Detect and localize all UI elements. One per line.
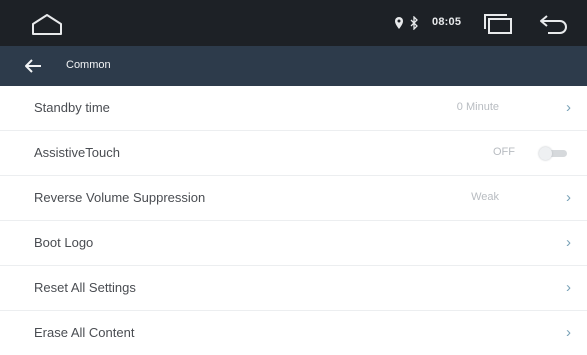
setting-value: 0 Minute (456, 101, 499, 113)
setting-label: Standby time (34, 100, 110, 115)
status-clock: 08:05 (432, 16, 462, 28)
setting-row-reset-all-settings[interactable]: Reset All Settings › (0, 266, 587, 311)
chevron-right-icon: › (566, 234, 571, 251)
home-icon[interactable] (30, 12, 64, 36)
setting-row-assistivetouch[interactable]: AssistiveTouch OFF (0, 131, 587, 176)
setting-value: Weak (471, 191, 499, 203)
settings-list: Standby time 0 Minute › AssistiveTouch O… (0, 86, 587, 355)
setting-row-standby-time[interactable]: Standby time 0 Minute › (0, 86, 587, 131)
assistivetouch-toggle[interactable] (539, 147, 569, 160)
return-icon[interactable] (538, 13, 570, 35)
chevron-right-icon: › (566, 189, 571, 206)
chevron-right-icon: › (566, 99, 571, 116)
title-bar: Common (0, 46, 587, 86)
setting-label: Boot Logo (34, 235, 94, 250)
setting-row-erase-all-content[interactable]: Erase All Content › (0, 311, 587, 355)
toggle-knob (539, 147, 552, 160)
status-bar: 08:05 (0, 0, 587, 46)
setting-value: OFF (493, 146, 515, 158)
setting-row-reverse-volume-suppression[interactable]: Reverse Volume Suppression Weak › (0, 176, 587, 221)
page-title: Common (66, 59, 111, 71)
setting-row-boot-logo[interactable]: Boot Logo › (0, 221, 587, 266)
setting-label: AssistiveTouch (34, 145, 120, 160)
setting-label: Reset All Settings (34, 280, 136, 295)
setting-label: Reverse Volume Suppression (34, 190, 206, 205)
arrow-left-icon[interactable] (24, 59, 42, 73)
setting-label: Erase All Content (34, 325, 135, 340)
chevron-right-icon: › (566, 279, 571, 296)
chevron-right-icon: › (566, 324, 571, 341)
recent-apps-icon[interactable] (482, 13, 516, 35)
location-icon (394, 16, 404, 30)
bluetooth-icon (409, 16, 419, 30)
